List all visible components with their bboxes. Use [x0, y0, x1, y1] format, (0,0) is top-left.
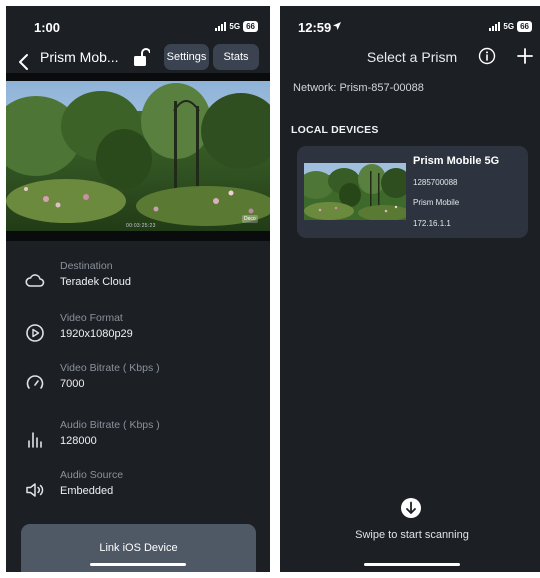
video-bitrate-row: Video Bitrate ( Kbps ) 7000 [6, 362, 270, 404]
status-bar: 1:00 5G 66 [6, 6, 270, 44]
video-format-label: Video Format [60, 312, 123, 324]
video-format-value: 1920x1080p29 [60, 328, 133, 340]
audio-source-value: Embedded [60, 485, 114, 497]
video-timecode: 00:03:25:23 [126, 223, 156, 229]
gauge-icon [26, 375, 44, 389]
page-title: Select a Prism [366, 49, 458, 65]
audio-bitrate-value: 128000 [60, 435, 97, 447]
play-circle-icon [26, 324, 44, 342]
settings-button[interactable]: Settings [164, 44, 209, 70]
swipe-to-scan-hint: Swipe to start scanning [355, 529, 469, 541]
device-serial: 1285700088 [413, 178, 458, 187]
video-watermark: Deco [242, 215, 258, 223]
unlock-icon[interactable] [132, 48, 150, 68]
device-card[interactable]: Prism Mobile 5G 1285700088 Prism Mobile … [297, 146, 528, 238]
status-bar: 12:59 5G 66 [280, 6, 540, 44]
home-indicator [364, 563, 460, 566]
video-bitrate-label: Video Bitrate ( Kbps ) [60, 362, 160, 374]
home-indicator [90, 563, 186, 566]
audio-bitrate-row: Audio Bitrate ( Kbps ) 128000 [6, 419, 270, 461]
video-format-row: Video Format 1920x1080p29 [6, 312, 270, 354]
cloud-icon [25, 274, 45, 287]
signal-icon [489, 22, 501, 31]
network-type: 5G [229, 22, 241, 31]
destination-label: Destination [60, 260, 113, 272]
audio-source-row: Audio Source Embedded [6, 469, 270, 511]
video-preview: 00:03:25:23 Deco [6, 73, 270, 241]
destination-row: Destination Teradek Cloud [6, 260, 270, 302]
info-icon[interactable] [478, 47, 496, 65]
speaker-icon [26, 483, 44, 497]
audio-source-label: Audio Source [60, 469, 124, 481]
select-prism-screen: 12:59 5G 66 Select a Prism Network: Pris… [280, 6, 540, 572]
network-info: Network: Prism-857-00088 [293, 82, 424, 94]
status-time: 1:00 [34, 20, 61, 35]
stats-button[interactable]: Stats [213, 44, 259, 70]
battery-icon: 66 [243, 21, 258, 32]
device-model: Prism Mobile [413, 198, 460, 207]
status-time: 12:59 [298, 20, 332, 35]
local-devices-heading: LOCAL DEVICES [291, 124, 379, 136]
status-indicators: 5G 66 [489, 21, 532, 32]
video-bitrate-value: 7000 [60, 378, 85, 390]
device-ip: 172.16.1.1 [413, 219, 451, 228]
arrow-down-circle-icon[interactable] [400, 497, 422, 519]
network-label: Network: [293, 82, 337, 94]
destination-value: Teradek Cloud [60, 276, 131, 288]
stream-details-screen: 1:00 5G 66 Prism Mob... Settings Stats 0… [6, 6, 270, 572]
network-type: 5G [503, 22, 515, 31]
back-chevron-icon[interactable] [16, 52, 32, 72]
network-value: Prism-857-00088 [339, 82, 424, 94]
device-title: Prism Mob... [40, 49, 119, 65]
garden-video-frame [6, 81, 270, 231]
battery-icon: 66 [517, 21, 532, 32]
audio-bars-icon [28, 432, 42, 448]
add-icon[interactable] [516, 47, 534, 65]
audio-bitrate-label: Audio Bitrate ( Kbps ) [60, 419, 160, 431]
signal-icon [215, 22, 227, 31]
device-name: Prism Mobile 5G [413, 155, 500, 167]
device-thumbnail [304, 163, 406, 220]
location-arrow-icon [333, 22, 341, 30]
status-indicators: 5G 66 [215, 21, 258, 32]
